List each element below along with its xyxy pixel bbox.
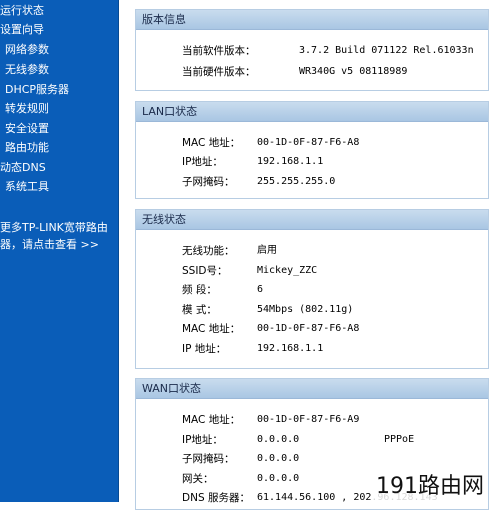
wan-mac-value: 00-1D-0F-87-F6-A9: [257, 414, 360, 425]
sidebar-item-dhcp[interactable]: DHCP服务器: [0, 81, 69, 99]
watermark-logo: 191路由网: [373, 474, 487, 500]
wireless-mac-value: 00-1D-0F-87-F6-A8: [257, 323, 360, 334]
sidebar-item-wireless[interactable]: 无线参数: [0, 61, 49, 79]
wireless-mac-label: MAC 地址：: [182, 323, 241, 335]
wan-gateway-label: 网关：: [182, 473, 214, 485]
lan-ip-value: 192.168.1.1: [257, 156, 324, 167]
main-content: 版本信息 当前软件版本： 3.7.2 Build 071122 Rel.6103…: [119, 0, 491, 510]
hardware-version-value: WR340G v5 08118989: [299, 66, 408, 77]
wireless-func-value: 启用: [257, 245, 277, 256]
wan-gateway-value: 0.0.0.0: [257, 473, 300, 484]
sidebar-item-security[interactable]: 安全设置: [0, 120, 49, 138]
channel-label: 频 段：: [182, 284, 217, 296]
wan-ip-label: IP地址：: [182, 434, 223, 446]
bullet-icon: [0, 145, 4, 151]
promo-link[interactable]: 更多TP-LINK宽带路由 器，请点击查看 >>: [0, 219, 118, 253]
bullet-icon: [0, 184, 4, 190]
software-version-value: 3.7.2 Build 071122 Rel.61033n: [299, 45, 474, 56]
software-version-label: 当前软件版本：: [182, 45, 256, 57]
wireless-func-label: 无线功能：: [182, 245, 235, 257]
sidebar-item-routing[interactable]: 路由功能: [0, 139, 49, 157]
bullet-icon: [0, 106, 4, 112]
bullet-icon: [0, 67, 4, 73]
lan-mask-label: 子网掩码：: [182, 176, 235, 188]
wan-conn-type: PPPoE: [384, 434, 415, 445]
mode-value: 54Mbps (802.11g): [257, 304, 354, 315]
sidebar-item-ddns[interactable]: 动态DNS: [0, 159, 46, 177]
lan-panel: LAN口状态 MAC 地址： 00-1D-0F-87-F6-A8 IP地址： 1…: [135, 101, 489, 199]
mode-label: 模 式：: [182, 304, 217, 316]
wan-mac-label: MAC 地址：: [182, 414, 241, 426]
bullet-icon: [0, 126, 4, 132]
sidebar-item-forwarding[interactable]: 转发规则: [0, 100, 49, 118]
ssid-value: Mickey_ZZC: [257, 265, 318, 276]
bullet-icon: [0, 47, 4, 53]
sidebar-nav: 运行状态 设置向导 网络参数 无线参数 DHCP服务器 转发规则 安全设置 路由…: [0, 0, 119, 502]
sidebar-item-system-tools[interactable]: 系统工具: [0, 178, 49, 196]
version-panel: 版本信息 当前软件版本： 3.7.2 Build 071122 Rel.6103…: [135, 9, 489, 91]
sidebar-item-running-status[interactable]: 运行状态: [0, 2, 44, 20]
promo-line-1: 更多TP-LINK宽带路由: [0, 221, 108, 234]
wireless-panel-title: 无线状态: [136, 210, 488, 230]
bullet-icon: [0, 87, 4, 93]
lan-ip-label: IP地址：: [182, 156, 223, 168]
sidebar-item-setup-wizard[interactable]: 设置向导: [0, 21, 44, 39]
channel-value: 6: [257, 284, 264, 295]
wan-panel-title: WAN口状态: [136, 379, 488, 399]
version-panel-title: 版本信息: [136, 10, 488, 30]
wan-mask-label: 子网掩码：: [182, 453, 235, 465]
lan-mac-value: 00-1D-0F-87-F6-A8: [257, 137, 360, 148]
promo-line-2: 器，请点击查看 >>: [0, 238, 99, 251]
wireless-panel: 无线状态 无线功能： 启用 SSID号： Mickey_ZZC 频 段： 6 模…: [135, 209, 489, 369]
lan-panel-title: LAN口状态: [136, 102, 488, 122]
wan-mask-value: 0.0.0.0: [257, 453, 300, 464]
ssid-label: SSID号：: [182, 265, 228, 277]
wireless-ip-label: IP 地址：: [182, 343, 227, 355]
wan-dns-label: DNS 服务器：: [182, 492, 250, 504]
lan-mac-label: MAC 地址：: [182, 137, 241, 149]
wireless-ip-value: 192.168.1.1: [257, 343, 324, 354]
wan-ip-value: 0.0.0.0: [257, 434, 300, 445]
hardware-version-label: 当前硬件版本：: [182, 66, 256, 78]
sidebar-item-network[interactable]: 网络参数: [0, 41, 49, 59]
lan-mask-value: 255.255.255.0: [257, 176, 336, 187]
